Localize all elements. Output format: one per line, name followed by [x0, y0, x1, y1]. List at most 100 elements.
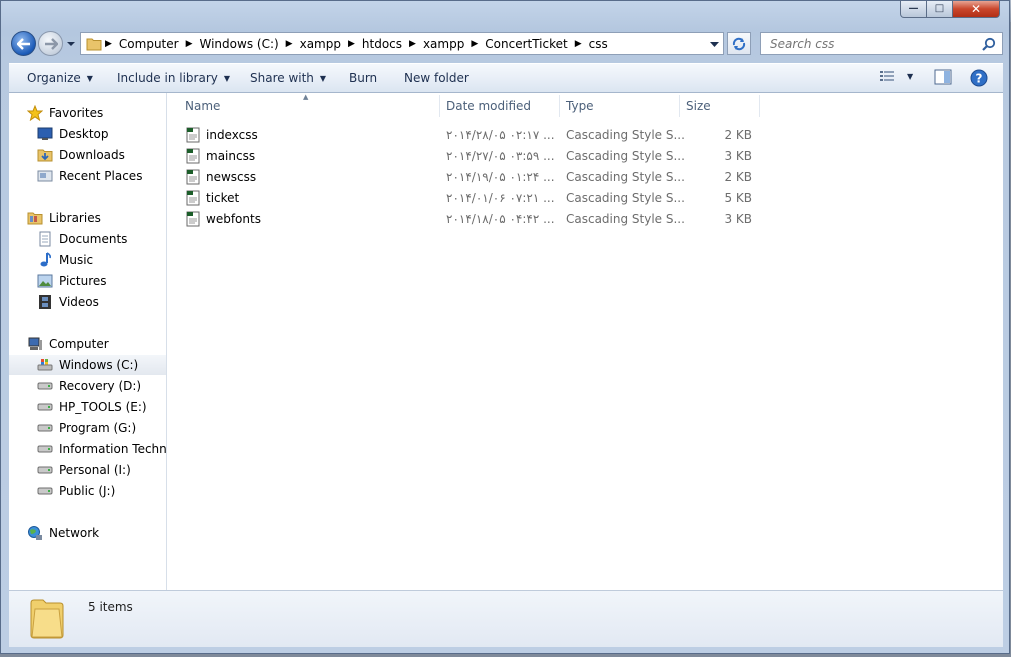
nav-drive-program-g[interactable]: Program (G:) — [37, 418, 136, 438]
search-box[interactable] — [760, 32, 1003, 55]
file-row[interactable]: indexcss ۲۰۱۴/۲۸/۰۵ ۰۲:۱۷ ... Cascading … — [185, 125, 785, 145]
nav-network[interactable]: Network — [27, 523, 99, 543]
network-globe-icon — [27, 525, 43, 541]
column-header-date-modified[interactable]: Date modified — [446, 93, 531, 119]
content-area: Favorites Desktop Downloads Recent Place… — [9, 93, 1003, 590]
css-file-icon — [186, 148, 200, 164]
caption-buttons: — □ ✕ — [900, 1, 1000, 19]
nav-drive-label: Personal (I:) — [59, 463, 131, 477]
breadcrumb-windows-c[interactable]: Windows (C:) — [196, 33, 283, 54]
breadcrumb-separator-icon[interactable]: ▶ — [183, 39, 196, 49]
svg-text:?: ? — [976, 72, 983, 86]
help-button[interactable]: ? — [970, 69, 988, 87]
command-bar: Organize ▼ Include in library ▼ Share wi… — [9, 63, 1003, 93]
file-row[interactable]: newscss ۲۰۱۴/۱۹/۰۵ ۰۱:۲۴ ... Cascading S… — [185, 167, 785, 187]
nav-favorites-label: Favorites — [49, 106, 104, 120]
file-name: ticket — [206, 191, 240, 205]
breadcrumb-separator-icon[interactable]: ▶ — [468, 39, 481, 49]
breadcrumb-xampp-sub[interactable]: xampp — [419, 33, 468, 54]
refresh-button[interactable] — [727, 32, 751, 55]
column-header-size[interactable]: Size — [686, 93, 711, 119]
nav-libraries[interactable]: Libraries — [27, 208, 101, 228]
column-header-type[interactable]: Type — [566, 93, 594, 119]
organize-menu[interactable]: Organize ▼ — [27, 71, 93, 85]
nav-desktop-label: Desktop — [59, 127, 109, 141]
close-button[interactable]: ✕ — [953, 1, 1000, 18]
share-with-menu[interactable]: Share with ▼ — [250, 71, 326, 85]
file-size: 2 KB — [724, 170, 752, 184]
nav-drive-public-j[interactable]: Public (J:) — [37, 481, 115, 501]
chevron-down-icon: ▼ — [86, 73, 93, 83]
address-bar[interactable]: ▶ Computer ▶ Windows (C:) ▶ xampp ▶ htdo… — [80, 32, 724, 55]
column-divider[interactable] — [759, 95, 760, 117]
breadcrumb-separator-icon[interactable]: ▶ — [102, 39, 115, 49]
nav-drive-windows-c[interactable]: Windows (C:) — [9, 355, 166, 375]
refresh-icon — [732, 37, 746, 50]
forward-button[interactable] — [38, 31, 63, 56]
column-divider[interactable] — [439, 95, 440, 117]
hard-drive-icon — [37, 441, 53, 457]
maximize-button[interactable]: □ — [927, 1, 953, 18]
column-header-name[interactable]: Name — [185, 93, 220, 119]
folder-large-icon — [30, 599, 64, 639]
nav-computer[interactable]: Computer — [27, 334, 109, 354]
file-list-pane: ▲ Name Date modified Type Size indexcss — [167, 93, 1003, 590]
new-folder-button[interactable]: New folder — [404, 71, 469, 85]
nav-pictures[interactable]: Pictures — [37, 271, 107, 291]
nav-drive-personal-i[interactable]: Personal (I:) — [37, 460, 131, 480]
file-date-modified: ۲۰۱۴/۲۷/۰۵ ۰۳:۵۹ ... — [446, 149, 555, 163]
nav-drive-information-techno[interactable]: Information Techno — [37, 439, 166, 459]
organize-label: Organize — [27, 71, 81, 85]
nav-favorites[interactable]: Favorites — [27, 103, 103, 123]
breadcrumb-separator-icon[interactable]: ▶ — [572, 39, 585, 49]
nav-pictures-label: Pictures — [59, 274, 107, 288]
documents-icon — [37, 231, 53, 247]
breadcrumb-separator-icon[interactable]: ▶ — [345, 39, 358, 49]
recent-pages-dropdown[interactable] — [66, 38, 76, 48]
nav-drive-hp-tools-e[interactable]: HP_TOOLS (E:) — [37, 397, 147, 417]
include-in-library-menu[interactable]: Include in library ▼ — [117, 71, 230, 85]
nav-recent-places[interactable]: Recent Places — [37, 166, 142, 186]
breadcrumb-computer[interactable]: Computer — [115, 33, 183, 54]
view-details-icon — [880, 71, 894, 81]
column-divider[interactable] — [679, 95, 680, 117]
breadcrumb-htdocs[interactable]: htdocs — [358, 33, 406, 54]
file-size: 2 KB — [724, 128, 752, 142]
file-name: newscss — [206, 170, 257, 184]
nav-documents[interactable]: Documents — [37, 229, 127, 249]
file-row[interactable]: ticket ۲۰۱۴/۰۱/۰۶ ۰۷:۲۱ ... Cascading St… — [185, 188, 785, 208]
nav-desktop[interactable]: Desktop — [37, 124, 109, 144]
column-divider[interactable] — [559, 95, 560, 117]
nav-downloads[interactable]: Downloads — [37, 145, 125, 165]
search-input[interactable] — [768, 35, 977, 52]
change-view-button[interactable]: ▼ — [879, 69, 913, 83]
breadcrumb-xampp[interactable]: xampp — [296, 33, 345, 54]
minimize-button[interactable]: — — [900, 1, 927, 18]
nav-recent-places-label: Recent Places — [59, 169, 143, 183]
nav-drive-label: Recovery (D:) — [59, 379, 142, 393]
preview-pane-button[interactable] — [934, 69, 952, 85]
address-history-dropdown-icon[interactable] — [710, 40, 719, 48]
search-icon[interactable] — [982, 37, 996, 51]
back-button[interactable] — [11, 31, 36, 56]
file-date-modified: ۲۰۱۴/۱۸/۰۵ ۰۴:۴۲ ... — [446, 212, 555, 226]
breadcrumb-separator-icon[interactable]: ▶ — [283, 39, 296, 49]
burn-button[interactable]: Burn — [349, 71, 377, 85]
nav-network-label: Network — [49, 526, 100, 540]
breadcrumb-separator-icon[interactable]: ▶ — [406, 39, 419, 49]
nav-music[interactable]: Music — [37, 250, 93, 270]
help-icon: ? — [970, 69, 988, 87]
breadcrumb-concertticket[interactable]: ConcertTicket — [481, 33, 571, 54]
nav-drive-recovery-d[interactable]: Recovery (D:) — [37, 376, 141, 396]
chevron-down-icon: ▼ — [223, 73, 231, 83]
file-row[interactable]: webfonts ۲۰۱۴/۱۸/۰۵ ۰۴:۴۲ ... Cascading … — [185, 209, 785, 229]
nav-videos[interactable]: Videos — [37, 292, 99, 312]
file-type: Cascading Style S... — [566, 170, 685, 184]
file-row[interactable]: maincss ۲۰۱۴/۲۷/۰۵ ۰۳:۵۹ ... Cascading S… — [185, 146, 785, 166]
nav-videos-label: Videos — [59, 295, 99, 309]
breadcrumb-css[interactable]: css — [585, 33, 612, 54]
css-file-icon — [186, 211, 200, 227]
computer-icon — [27, 336, 43, 352]
file-type: Cascading Style S... — [566, 212, 685, 226]
pictures-icon — [37, 273, 53, 289]
